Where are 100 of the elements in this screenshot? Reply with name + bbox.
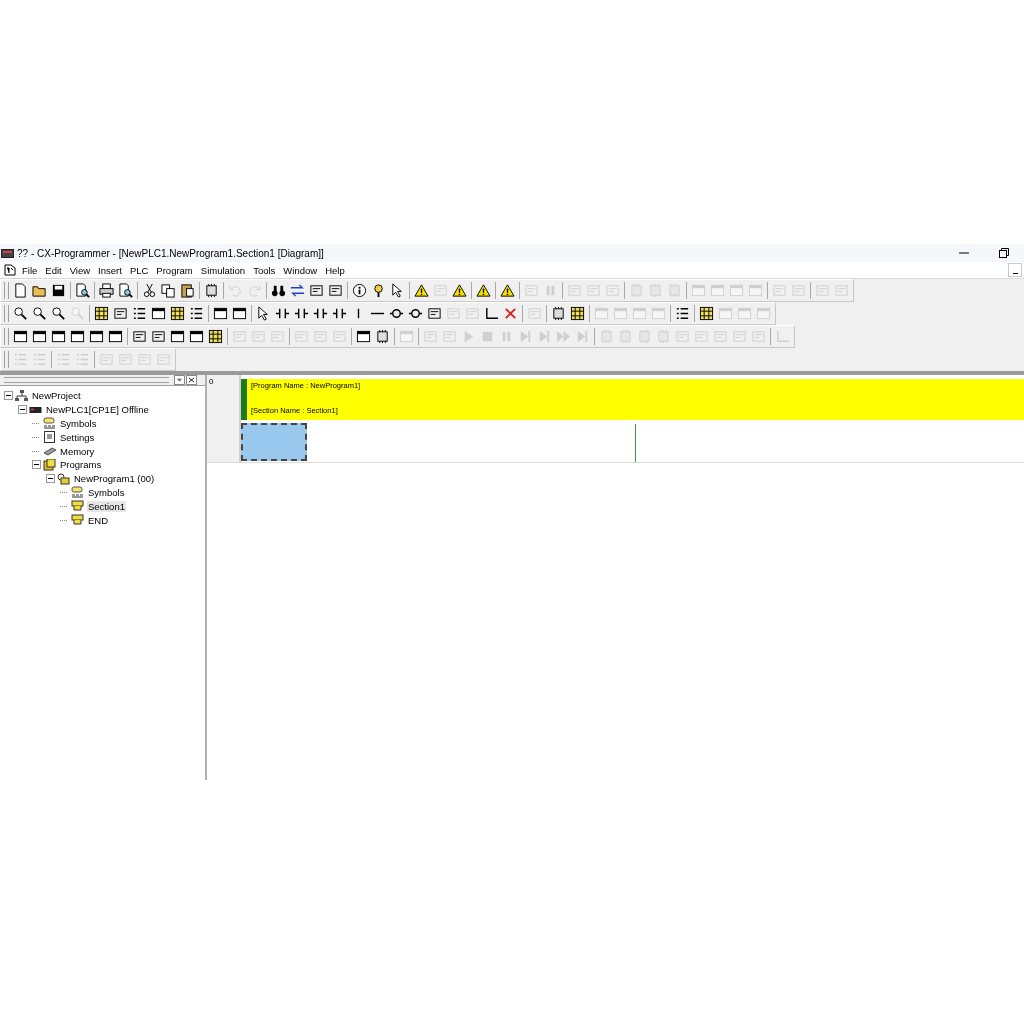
panel-icon bbox=[605, 283, 620, 298]
menu-item[interactable]: Program bbox=[152, 264, 197, 276]
save-icon bbox=[51, 283, 66, 298]
chip-icon bbox=[618, 329, 633, 344]
chip-icon bbox=[204, 283, 219, 298]
close-button[interactable] bbox=[186, 375, 197, 385]
collapse-toggle[interactable] bbox=[4, 391, 13, 401]
minimize-icon bbox=[1012, 273, 1018, 274]
panel-icon bbox=[427, 306, 442, 321]
clipboard-icon bbox=[180, 283, 195, 298]
tree-item[interactable]: END bbox=[87, 514, 110, 526]
toolbar-button[interactable] bbox=[168, 304, 187, 323]
toolbar-button[interactable] bbox=[498, 281, 517, 300]
panel-icon bbox=[294, 329, 309, 344]
panel-icon bbox=[313, 329, 328, 344]
window-icon bbox=[213, 306, 228, 321]
window-icon bbox=[232, 306, 247, 321]
grid-icon bbox=[94, 306, 109, 321]
contact-icon bbox=[332, 306, 347, 321]
toolbar-button[interactable] bbox=[412, 281, 431, 300]
preview-icon bbox=[75, 283, 90, 298]
tree-item[interactable]: NewProject bbox=[31, 390, 82, 402]
tree-item[interactable]: Memory bbox=[59, 445, 96, 457]
warning-icon bbox=[476, 283, 491, 298]
panel-icon bbox=[251, 329, 266, 344]
toolbar-button[interactable] bbox=[49, 304, 68, 323]
collapse-toggle[interactable] bbox=[18, 405, 27, 415]
list-icon bbox=[75, 352, 90, 367]
window-icon bbox=[651, 306, 666, 321]
collapse-toggle[interactable] bbox=[46, 474, 55, 484]
binoculars-icon bbox=[271, 283, 286, 298]
toolbar-button[interactable] bbox=[178, 281, 197, 300]
undo-icon bbox=[228, 283, 243, 298]
panel-icon bbox=[567, 283, 582, 298]
window-icon bbox=[108, 329, 123, 344]
tree-item[interactable]: Symbols bbox=[59, 418, 98, 429]
menu-item[interactable]: File bbox=[18, 264, 42, 276]
menu-item[interactable]: View bbox=[65, 264, 95, 276]
panel-icon bbox=[151, 329, 166, 344]
chip-icon bbox=[629, 283, 644, 298]
delete-icon bbox=[503, 306, 518, 321]
chip-icon bbox=[375, 329, 390, 344]
grid-icon bbox=[699, 306, 714, 321]
toolbar-button[interactable] bbox=[697, 304, 716, 323]
grid-icon bbox=[170, 306, 185, 321]
panel-icon bbox=[694, 329, 709, 344]
list-icon bbox=[189, 306, 204, 321]
toolbar-button[interactable] bbox=[11, 304, 30, 323]
cursor-cell[interactable] bbox=[241, 423, 307, 461]
tree-item[interactable]: Programs bbox=[59, 459, 103, 471]
toolbar-button[interactable] bbox=[92, 304, 111, 323]
window-title: ?? - CX-Programmer - [NewPLC1.NewProgram1.Section1 [Diagram]] bbox=[17, 247, 325, 259]
settings-icon bbox=[43, 431, 56, 444]
contact-icon bbox=[294, 306, 309, 321]
zoom-icon bbox=[32, 306, 47, 321]
chip-icon bbox=[656, 329, 671, 344]
toolbar-button[interactable] bbox=[159, 281, 178, 300]
panel-icon bbox=[751, 329, 766, 344]
menu-item[interactable]: Window bbox=[279, 264, 322, 276]
window-icon bbox=[594, 306, 609, 321]
toolbar-button[interactable] bbox=[30, 304, 49, 323]
menu-item[interactable]: Help bbox=[321, 264, 349, 276]
panel-icon bbox=[713, 329, 728, 344]
section-icon bbox=[71, 500, 84, 513]
stop-icon bbox=[480, 329, 495, 344]
tree-item[interactable]: Symbols bbox=[87, 486, 126, 498]
menu-item[interactable]: Tools bbox=[249, 264, 280, 276]
tree-item[interactable]: NewProgram1 (00) bbox=[73, 473, 156, 485]
toolbar-button[interactable] bbox=[73, 281, 92, 300]
menu-item[interactable]: Edit bbox=[41, 264, 66, 276]
panel-icon bbox=[232, 329, 247, 344]
contact-icon bbox=[313, 306, 328, 321]
toolbar-button[interactable] bbox=[450, 281, 469, 300]
network-icon bbox=[15, 389, 28, 402]
coil-icon bbox=[408, 306, 423, 321]
toolbar-button[interactable] bbox=[116, 281, 135, 300]
restore-icon bbox=[999, 248, 1009, 258]
toolbar-button[interactable] bbox=[350, 281, 369, 300]
tree-item[interactable]: NewPLC1[CP1E] Offline bbox=[45, 404, 150, 416]
toolbar-button[interactable] bbox=[474, 281, 493, 300]
pointer-icon bbox=[390, 283, 405, 298]
window-icon bbox=[51, 329, 66, 344]
tree-item[interactable]: Settings bbox=[59, 431, 96, 443]
toolbar-button[interactable] bbox=[206, 327, 225, 346]
grid-icon bbox=[570, 306, 585, 321]
corner-line-icon bbox=[484, 306, 499, 321]
menu-item[interactable]: Simulation bbox=[196, 264, 250, 276]
tree-item[interactable]: Section1 bbox=[87, 500, 126, 512]
close-icon bbox=[188, 376, 195, 384]
program-icon bbox=[57, 472, 70, 485]
zoom-icon bbox=[70, 306, 85, 321]
menu-item[interactable]: PLC bbox=[125, 264, 153, 276]
panel-icon bbox=[815, 283, 830, 298]
collapse-toggle[interactable] bbox=[32, 460, 41, 470]
arrows-icon bbox=[290, 283, 305, 298]
toolbar-button[interactable] bbox=[568, 304, 587, 323]
menu-item[interactable]: Insert bbox=[94, 264, 126, 276]
toolbar-button[interactable] bbox=[97, 281, 116, 300]
dropdown-button[interactable] bbox=[174, 375, 185, 385]
minimize-button[interactable] bbox=[1008, 263, 1022, 277]
